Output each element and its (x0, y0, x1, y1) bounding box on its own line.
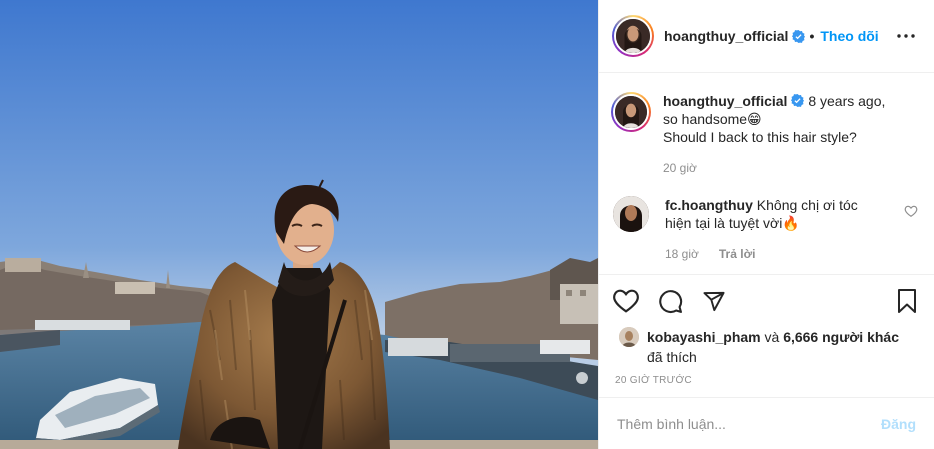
photo-scene (0, 0, 598, 449)
post-comment-button[interactable]: Đăng (881, 416, 916, 432)
more-options-icon[interactable] (894, 24, 918, 48)
liker-avatar[interactable] (619, 327, 639, 347)
comment-icon[interactable] (656, 287, 684, 315)
caption-avatar[interactable] (613, 94, 649, 130)
likes-suffix: đã thích (647, 349, 697, 365)
bookmark-icon[interactable] (893, 287, 921, 315)
avatar-image (616, 19, 650, 53)
comment-username[interactable]: fc.hoangthuy (665, 197, 753, 213)
commenter-avatar[interactable] (613, 196, 649, 232)
post-timestamp[interactable]: 20 giờ trước (599, 367, 934, 386)
caption-story-ring[interactable] (611, 92, 651, 132)
follow-button[interactable]: Theo dõi (820, 28, 878, 44)
paper-plane-icon[interactable] (700, 287, 728, 315)
first-liker-username[interactable]: kobayashi_pham (647, 329, 761, 345)
heart-icon[interactable] (612, 287, 640, 315)
comment-item: fc.hoangthuy Không chị ơi tóc hiện tại l… (613, 196, 918, 263)
likes-connector: và (764, 329, 780, 345)
liker-avatar-image (619, 327, 639, 347)
caption-comment: hoangthuy_official 8 years ago, so hands… (611, 92, 918, 177)
post-side-panel: hoangthuy_official • Theo dõi hoangthuy_… (598, 0, 934, 449)
comment-time[interactable]: 18 giờ (665, 245, 699, 263)
header-separator: • (809, 28, 815, 44)
comment-body: fc.hoangthuy Không chị ơi tóc hiện tại l… (665, 196, 918, 263)
caption-meta: 20 giờ (663, 159, 896, 177)
reply-button[interactable]: Trả lời (719, 245, 756, 263)
comment-input[interactable] (617, 415, 881, 432)
likes-summary: kobayashi_pham và 6,666 người khác đã th… (599, 327, 934, 367)
verified-badge-icon (792, 29, 806, 43)
likes-text: kobayashi_pham và 6,666 người khác đã th… (647, 327, 899, 367)
story-ring[interactable] (612, 15, 654, 57)
caption-time[interactable]: 20 giờ (663, 159, 697, 177)
commenter-avatar-image (613, 196, 649, 232)
caption-avatar-image (615, 96, 647, 128)
comments-list: hoangthuy_official 8 years ago, so hands… (599, 73, 934, 275)
instagram-post: hoangthuy_official • Theo dõi hoangthuy_… (0, 0, 934, 449)
caption-username[interactable]: hoangthuy_official (663, 93, 787, 109)
post-photo[interactable] (0, 0, 598, 449)
action-bar (599, 275, 934, 327)
caption-body: hoangthuy_official 8 years ago, so hands… (663, 92, 918, 177)
comment-like-heart-icon[interactable] (904, 204, 918, 218)
author-username[interactable]: hoangthuy_official (664, 28, 788, 44)
author-avatar[interactable] (614, 17, 652, 55)
likes-count-link[interactable]: 6,666 người khác (783, 329, 899, 345)
comment-meta: 18 giờ Trả lời (665, 245, 896, 263)
post-header: hoangthuy_official • Theo dõi (599, 0, 934, 73)
verified-badge-icon (791, 94, 805, 107)
add-comment-bar: Đăng (599, 397, 934, 449)
